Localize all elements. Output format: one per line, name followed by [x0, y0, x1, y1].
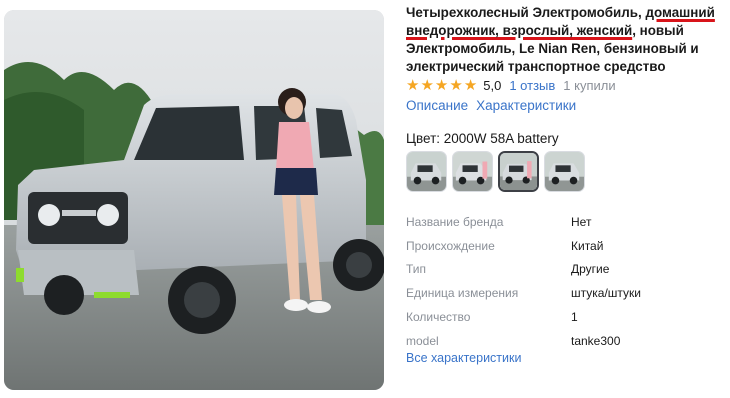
- spec-row-origin: Происхождение Китай: [406, 234, 706, 258]
- car-thumbnail-icon: [407, 152, 446, 191]
- spec-name: Происхождение: [406, 238, 495, 253]
- spec-name: model: [406, 333, 439, 348]
- star-icon: ★: [463, 76, 478, 94]
- color-thumbnails: [406, 151, 585, 192]
- product-main-image[interactable]: [4, 10, 384, 390]
- rating-row: ★ ★ ★ ★ ★ 5,0 1 отзыв 1 купили: [406, 76, 616, 94]
- car-thumbnail-icon: [453, 152, 492, 191]
- rating-stars: ★ ★ ★ ★ ★: [406, 78, 477, 93]
- specs-table: Название бренда Нет Происхождение Китай …: [406, 210, 706, 353]
- car-thumbnail-icon: [500, 153, 537, 190]
- star-icon: ★: [449, 76, 463, 94]
- product-tabs: Описание Характеристики: [406, 98, 576, 114]
- spec-row-model: model tanke300: [406, 329, 706, 353]
- tab-characteristics[interactable]: Характеристики: [476, 98, 576, 114]
- all-characteristics-link[interactable]: Все характеристики: [406, 351, 521, 365]
- rating-value: 5,0: [483, 77, 502, 93]
- star-icon: ★: [406, 76, 420, 94]
- bought-count: 1 купили: [563, 77, 616, 93]
- color-label: Цвет: 2000W 58A battery: [406, 131, 559, 146]
- spec-row-type: Тип Другие: [406, 258, 706, 282]
- spec-value: Китай: [571, 238, 604, 253]
- color-option-1[interactable]: [406, 151, 447, 192]
- color-option-3-selected[interactable]: [498, 151, 539, 192]
- spec-row-quantity: Количество 1: [406, 305, 706, 329]
- color-option-4[interactable]: [544, 151, 585, 192]
- spec-name: Название бренда: [406, 214, 504, 229]
- reviews-link[interactable]: 1 отзыв: [509, 78, 555, 93]
- product-title: Четырехколесный Электромобиль, домашний …: [406, 4, 724, 76]
- car-photo-illustration: [4, 10, 384, 390]
- car-thumbnail-icon: [545, 152, 584, 191]
- spec-name: Единица измерения: [406, 286, 519, 301]
- spec-row-brand: Название бренда Нет: [406, 210, 706, 234]
- spec-value: 1: [571, 310, 578, 325]
- spec-value: tanke300: [571, 333, 621, 348]
- spec-name: Тип: [406, 262, 427, 277]
- star-icon: ★: [420, 76, 434, 94]
- product-title-part-1: Четырехколесный Электромобиль,: [406, 5, 646, 20]
- spec-name: Количество: [406, 310, 471, 325]
- spec-row-unit: Единица измерения штука/штуки: [406, 281, 706, 305]
- spec-value: штука/штуки: [571, 286, 641, 301]
- color-option-2[interactable]: [452, 151, 493, 192]
- star-icon: ★: [434, 76, 449, 94]
- spec-value: Другие: [571, 262, 610, 277]
- tab-description[interactable]: Описание: [406, 98, 468, 114]
- spec-value: Нет: [571, 214, 592, 229]
